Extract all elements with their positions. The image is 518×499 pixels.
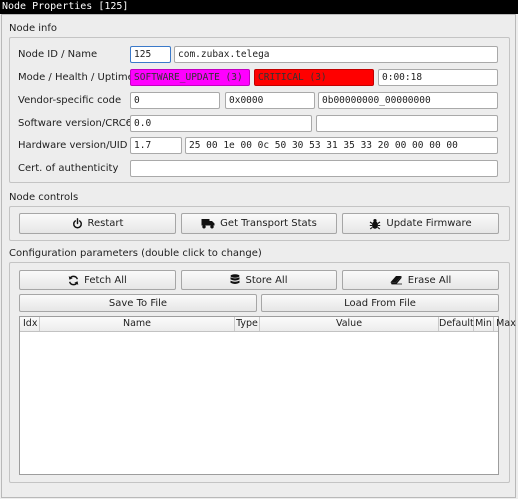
cert-label: Cert. of authenticity: [18, 163, 119, 174]
software-version-label: Software version/CRC64: [18, 118, 139, 129]
fetch-all-label: Fetch All: [84, 274, 127, 286]
vendor-code-field[interactable]: 0: [130, 92, 220, 109]
load-from-file-label: Load From File: [344, 297, 416, 309]
truck-icon: [201, 218, 215, 229]
update-firmware-button[interactable]: Update Firmware: [342, 213, 499, 234]
node-info-title: Node info: [9, 23, 58, 34]
restart-label: Restart: [87, 218, 124, 229]
mode-field[interactable]: SOFTWARE_UPDATE (3): [130, 69, 250, 86]
store-all-button[interactable]: Store All: [181, 270, 337, 290]
vendor-code-hex-field[interactable]: 0x0000: [225, 92, 315, 109]
cert-field[interactable]: [130, 160, 498, 177]
database-icon: [230, 274, 240, 286]
node-id-label: Node ID / Name: [18, 49, 98, 60]
column-max[interactable]: Max: [494, 317, 518, 331]
erase-all-label: Erase All: [407, 274, 452, 286]
node-id-field[interactable]: 125: [130, 46, 171, 63]
software-crc-field[interactable]: [316, 115, 498, 132]
eraser-icon: [390, 275, 403, 285]
uptime-field[interactable]: 0:00:18: [378, 69, 498, 86]
column-default[interactable]: Default: [439, 317, 474, 331]
node-name-field[interactable]: com.zubax.telega: [174, 46, 498, 63]
column-type[interactable]: Type: [235, 317, 260, 331]
config-table-header: Idx Name Type Value Default Min Max: [20, 317, 516, 332]
vendor-code-label: Vendor-specific code: [18, 95, 122, 106]
health-field[interactable]: CRITICAL (3): [254, 69, 374, 86]
hardware-uid-field[interactable]: 25 00 1e 00 0c 50 30 53 31 35 33 20 00 0…: [185, 137, 498, 154]
software-version-field[interactable]: 0.0: [130, 115, 312, 132]
power-icon: [72, 218, 83, 229]
refresh-icon: [68, 275, 79, 286]
column-value[interactable]: Value: [260, 317, 439, 331]
transport-stats-label: Get Transport Stats: [220, 218, 317, 229]
fetch-all-button[interactable]: Fetch All: [19, 270, 176, 290]
mode-label: Mode / Health / Uptime: [18, 72, 134, 83]
save-to-file-button[interactable]: Save To File: [19, 294, 257, 312]
transport-stats-button[interactable]: Get Transport Stats: [181, 213, 337, 234]
config-table[interactable]: Idx Name Type Value Default Min Max: [19, 316, 516, 475]
hardware-version-label: Hardware version/UID: [18, 140, 128, 151]
column-idx[interactable]: Idx: [20, 317, 40, 331]
config-title: Configuration parameters (double click t…: [9, 248, 262, 259]
save-to-file-label: Save To File: [108, 297, 168, 309]
update-firmware-label: Update Firmware: [386, 218, 472, 229]
node-controls-title: Node controls: [9, 192, 79, 203]
vendor-code-bin-field[interactable]: 0b00000000_00000000: [318, 92, 498, 109]
erase-all-button[interactable]: Erase All: [342, 270, 499, 290]
bug-icon: [369, 218, 381, 230]
column-name[interactable]: Name: [40, 317, 235, 331]
store-all-label: Store All: [245, 274, 288, 286]
load-from-file-button[interactable]: Load From File: [261, 294, 499, 312]
restart-button[interactable]: Restart: [19, 213, 176, 234]
window-title: Node Properties [125]: [0, 0, 518, 14]
hardware-version-field[interactable]: 1.7: [130, 137, 182, 154]
column-min[interactable]: Min: [474, 317, 494, 331]
